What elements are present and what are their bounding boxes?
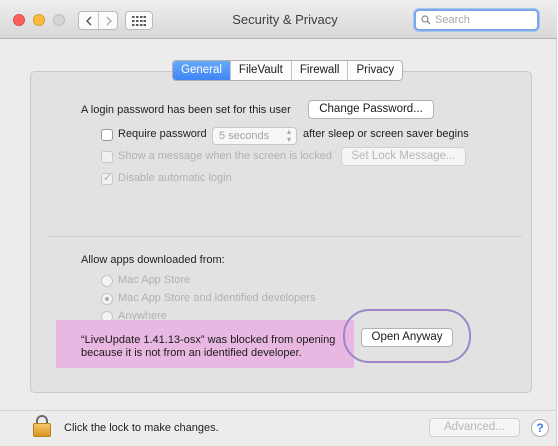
blocked-message-line-1: “LiveUpdate 1.41.13-osx” was blocked fro… bbox=[81, 334, 336, 346]
require-password-checkbox[interactable] bbox=[101, 129, 113, 141]
allow-apps-heading: Allow apps downloaded from: bbox=[81, 254, 225, 266]
show-all-button[interactable] bbox=[125, 11, 153, 30]
grid-icon bbox=[132, 15, 146, 26]
minimize-window-button[interactable] bbox=[33, 14, 45, 26]
tab-general[interactable]: General bbox=[173, 61, 230, 80]
lock-icon[interactable] bbox=[33, 415, 51, 437]
tab-privacy[interactable]: Privacy bbox=[347, 61, 402, 80]
search-input[interactable] bbox=[435, 14, 531, 26]
advanced-button[interactable]: Advanced... bbox=[429, 418, 520, 437]
back-button[interactable] bbox=[79, 12, 99, 29]
section-divider bbox=[48, 236, 522, 237]
require-password-label: Require password bbox=[118, 128, 207, 140]
show-message-checkbox[interactable] bbox=[101, 151, 113, 163]
radio-identified-developers[interactable] bbox=[101, 293, 113, 305]
set-lock-message-button[interactable]: Set Lock Message... bbox=[341, 147, 466, 166]
radio-mac-app-store[interactable] bbox=[101, 275, 113, 287]
tab-filevault[interactable]: FileVault bbox=[229, 61, 291, 80]
radio-mac-app-store-label: Mac App Store bbox=[118, 274, 191, 286]
password-interval-select[interactable]: 5 seconds ▴ ▾ bbox=[212, 127, 297, 145]
open-anyway-button[interactable]: Open Anyway bbox=[361, 328, 453, 347]
forward-button[interactable] bbox=[99, 12, 117, 29]
chevron-left-icon bbox=[85, 15, 92, 26]
blocked-message-line-2: because it is not from an identified dev… bbox=[81, 347, 302, 359]
search-field[interactable] bbox=[414, 9, 539, 31]
lock-body bbox=[33, 423, 51, 437]
require-password-suffix: after sleep or screen saver begins bbox=[303, 128, 469, 140]
radio-selected-dot bbox=[105, 297, 109, 301]
close-window-button[interactable] bbox=[13, 14, 25, 26]
preferences-window: Security & Privacy General FileVault Fir… bbox=[0, 0, 557, 446]
title-bar: Security & Privacy bbox=[0, 0, 557, 39]
radio-identified-developers-label: Mac App Store and identified developers bbox=[118, 292, 316, 304]
disable-auto-login-label: Disable automatic login bbox=[118, 172, 232, 184]
change-password-button[interactable]: Change Password... bbox=[308, 100, 434, 119]
tab-bar: General FileVault Firewall Privacy bbox=[172, 60, 404, 81]
password-interval-value: 5 seconds bbox=[219, 130, 270, 142]
footer-divider bbox=[0, 410, 557, 411]
lock-instruction-text: Click the lock to make changes. bbox=[64, 422, 219, 434]
disable-auto-login-checkbox[interactable]: ✓ bbox=[101, 172, 113, 185]
tab-firewall[interactable]: Firewall bbox=[290, 61, 348, 80]
navigation-buttons bbox=[78, 11, 118, 30]
show-message-label: Show a message when the screen is locked bbox=[118, 150, 333, 162]
window-title: Security & Privacy bbox=[232, 12, 338, 27]
login-password-text: A login password has been set for this u… bbox=[81, 104, 291, 116]
search-icon bbox=[421, 15, 431, 25]
select-arrows-icon: ▴ ▾ bbox=[286, 127, 291, 144]
zoom-window-button[interactable] bbox=[53, 14, 65, 26]
chevron-right-icon bbox=[105, 15, 112, 26]
blocked-app-message: “LiveUpdate 1.41.13-osx” was blocked fro… bbox=[81, 334, 335, 360]
help-button[interactable]: ? bbox=[531, 419, 549, 437]
checkmark-icon: ✓ bbox=[103, 172, 113, 184]
